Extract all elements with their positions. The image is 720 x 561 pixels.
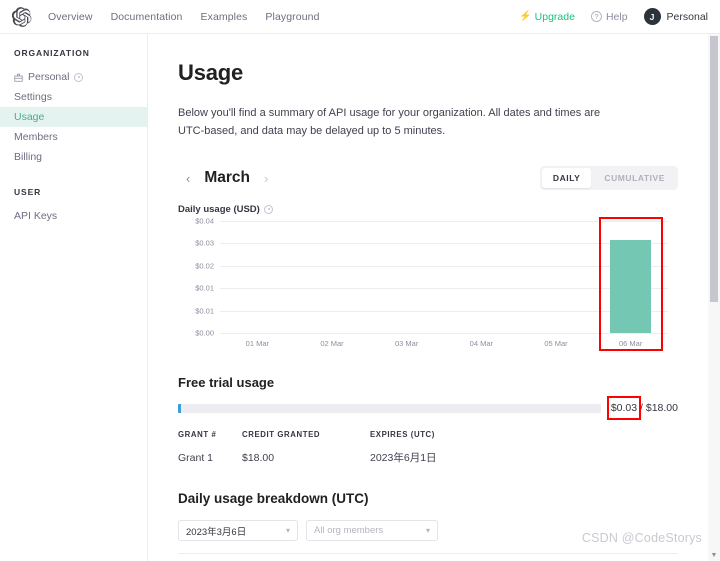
accordion-model-usage[interactable]: Model usage 11 requests ⌄: [178, 553, 678, 561]
breakdown-title: Daily usage breakdown (UTC): [178, 491, 369, 507]
help-button[interactable]: ? Help: [590, 10, 628, 23]
upgrade-button[interactable]: ⚡ Upgrade: [519, 11, 575, 23]
nav-link-examples[interactable]: Examples: [201, 11, 248, 23]
chart-y-axis-tick: $0.01: [195, 283, 214, 293]
date-select[interactable]: 2023年3月6日 ▾: [178, 520, 298, 542]
daily-usage-chart: $0.04 $0.03 $0.02 $0.01 $0.01 $0.00 01 Mar 02 M…: [178, 217, 678, 353]
chart-y-axis-tick: $0.01: [195, 306, 214, 316]
top-navigation-bar: Overview Documentation Examples Playgrou…: [0, 0, 720, 34]
sidebar-item-billing[interactable]: Billing: [0, 147, 147, 167]
chevron-down-icon: ▾: [425, 526, 430, 536]
help-label: Help: [605, 10, 628, 23]
chart-gridline: [220, 266, 668, 268]
chart-x-axis-tick: 01 Mar: [245, 339, 269, 349]
chevron-down-icon: ▾: [285, 526, 290, 536]
sidebar-heading-organization: ORGANIZATION: [14, 48, 90, 58]
sidebar-item-label: Settings: [14, 91, 52, 103]
free-trial-used: $0.03: [610, 402, 638, 415]
column-header-expires: EXPIRES (UTC): [370, 430, 435, 440]
chart-plot-area: $0.04 $0.03 $0.02 $0.01 $0.01 $0.00 01 Mar 02 M…: [195, 217, 668, 352]
chart-y-axis-tick: $0.03: [195, 238, 214, 248]
column-header-credit-granted: CREDIT GRANTED: [242, 430, 321, 440]
info-icon[interactable]: [74, 72, 84, 82]
avatar: J: [643, 8, 661, 25]
chart-y-axis-tick: $0.04: [195, 216, 214, 226]
month-navigator: ‹ March › DAILY CUMULATIVE: [178, 166, 678, 191]
table-row: Grant 1 $18.00 2023年6月1日: [178, 443, 678, 465]
sidebar-item-label: Usage: [14, 111, 45, 123]
chevron-left-icon[interactable]: ‹: [178, 172, 198, 185]
sidebar-item-usage[interactable]: Usage: [0, 107, 147, 127]
chevron-right-icon[interactable]: ›: [256, 172, 276, 185]
page-title: Usage: [178, 60, 244, 85]
chart-x-axis-tick: 03 Mar: [394, 339, 419, 349]
chart-gridline: [220, 311, 668, 313]
chart-x-axis-tick: 02 Mar: [320, 339, 344, 349]
upgrade-label: Upgrade: [534, 10, 575, 23]
openai-logo-icon[interactable]: [12, 6, 32, 27]
nav-link-overview[interactable]: Overview: [48, 11, 93, 23]
free-trial-total: $18.00: [645, 402, 678, 415]
chart-y-axis-tick: $0.00: [195, 328, 214, 338]
account-label: Personal: [666, 10, 708, 23]
free-trial-progress-row: $0.03 / $18.00: [178, 396, 678, 421]
column-header-grant-number: GRANT #: [178, 430, 217, 440]
vertical-scrollbar[interactable]: ▼: [708, 34, 720, 561]
sidebar: ORGANIZATION Personal Settings Usage Mem…: [0, 34, 148, 561]
building-icon: [14, 73, 23, 82]
nav-link-playground[interactable]: Playground: [265, 11, 319, 23]
scrollbar-thumb[interactable]: [710, 36, 718, 302]
chart-title: Daily usage (USD): [178, 204, 678, 215]
member-select[interactable]: All org members ▾: [306, 520, 438, 542]
sidebar-item-label: API Keys: [14, 210, 58, 222]
table-header-row: GRANT # CREDIT GRANTED EXPIRES (UTC): [178, 426, 678, 443]
chart-bar[interactable]: [610, 239, 652, 334]
free-trial-progress-fill: [178, 403, 181, 413]
cell-expires: 2023年6月1日: [370, 452, 437, 465]
sidebar-item-personal[interactable]: Personal: [0, 67, 147, 87]
nav-links: Overview Documentation Examples Playgrou…: [48, 11, 320, 23]
usage-view-toggle: DAILY CUMULATIVE: [539, 166, 678, 191]
tab-daily[interactable]: DAILY: [541, 168, 592, 189]
info-icon[interactable]: [263, 205, 273, 215]
month-label: March: [204, 169, 250, 187]
free-trial-separator: /: [640, 402, 643, 415]
chart-gridline: [220, 333, 668, 335]
chart-x-axis-tick: 06 Mar: [618, 339, 643, 349]
account-menu[interactable]: J Personal: [643, 8, 708, 25]
free-trial-amount: $0.03 / $18.00: [601, 402, 678, 414]
page-description: Below you'll find a summary of API usage…: [178, 107, 601, 138]
chart-title-label: Daily usage (USD): [178, 204, 260, 216]
free-trial-progress-bar: [178, 403, 601, 413]
chart-gridline: [220, 288, 668, 290]
sidebar-item-label: Billing: [14, 151, 43, 163]
chart-x-axis-tick: 05 Mar: [544, 339, 568, 349]
sidebar-item-label: Personal: [28, 71, 70, 83]
cell-credit-granted: $18.00: [242, 451, 275, 464]
nav-right-group: ⚡ Upgrade ? Help J Personal: [519, 8, 708, 25]
main-content: Usage Below you'll find a summary of API…: [148, 34, 708, 561]
chart-x-axis-tick: 04 Mar: [469, 339, 493, 349]
bolt-icon: ⚡: [519, 10, 532, 22]
question-circle-icon: ?: [590, 11, 602, 22]
date-select-value: 2023年3月6日: [186, 526, 247, 538]
nav-link-documentation[interactable]: Documentation: [111, 11, 183, 23]
sidebar-item-settings[interactable]: Settings: [0, 87, 147, 107]
free-trial-title: Free trial usage: [178, 375, 275, 391]
caret-down-icon[interactable]: ▼: [708, 549, 720, 561]
tab-cumulative[interactable]: CUMULATIVE: [593, 168, 676, 188]
grants-table: GRANT # CREDIT GRANTED EXPIRES (UTC) Gra…: [178, 426, 678, 465]
chart-gridline: [220, 221, 668, 223]
sidebar-item-members[interactable]: Members: [0, 127, 147, 147]
cell-grant-number: Grant 1: [178, 451, 214, 464]
member-select-value: All org members: [314, 525, 384, 537]
chart-y-axis-tick: $0.02: [195, 261, 214, 271]
breakdown-filters: 2023年3月6日 ▾ All org members ▾: [178, 520, 678, 542]
chart-gridline: [220, 243, 668, 245]
sidebar-item-api-keys[interactable]: API Keys: [0, 206, 147, 226]
sidebar-heading-user: USER: [14, 187, 42, 197]
sidebar-item-label: Members: [14, 131, 58, 143]
